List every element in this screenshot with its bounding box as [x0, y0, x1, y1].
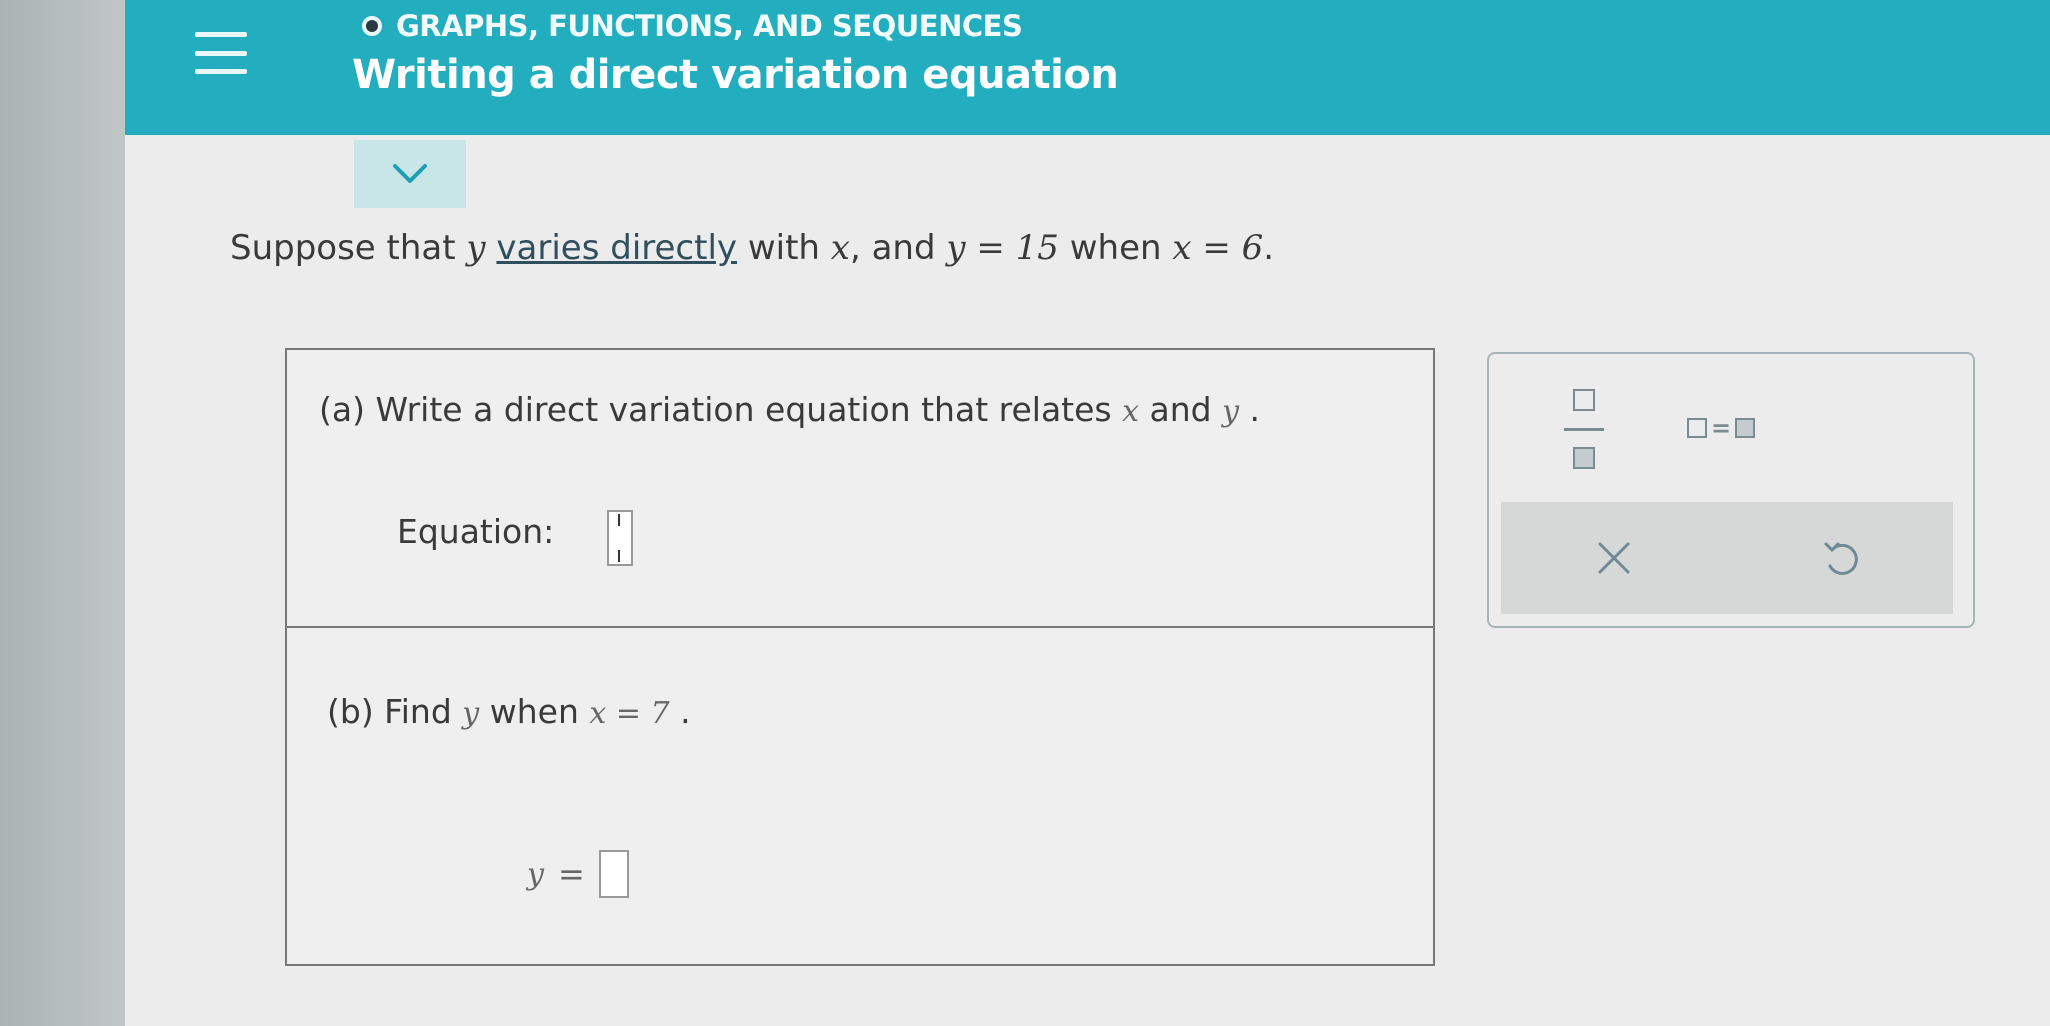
question-text: Suppose that y varies directly with x, a… [230, 228, 1275, 268]
fraction-numerator-icon [1573, 389, 1595, 411]
y-answer-equals: = [557, 855, 585, 893]
clear-button[interactable] [1569, 518, 1659, 598]
math-palette: = [1487, 352, 1975, 628]
fraction-denominator-icon [1573, 447, 1595, 469]
collapse-toggle-button[interactable] [354, 140, 466, 208]
part-divider [287, 626, 1433, 628]
topic-label: GRAPHS, FUNCTIONS, AND SEQUENCES [396, 9, 1023, 43]
equals-template-button[interactable]: = [1687, 414, 1756, 442]
undo-icon [1824, 542, 1858, 575]
equation-input[interactable] [607, 510, 633, 566]
clear-x-icon [1598, 542, 1630, 574]
right-box-icon [1735, 418, 1756, 438]
part-a-prompt: (a) Write a direct variation equation th… [319, 390, 1261, 429]
left-box-icon [1687, 418, 1707, 438]
varies-directly-link[interactable]: varies directly [496, 228, 737, 268]
fraction-button[interactable] [1559, 389, 1609, 469]
part-b-prompt: (b) Find y when x = 7 . [327, 692, 691, 731]
undo-button[interactable] [1795, 518, 1885, 598]
palette-actions [1501, 502, 1953, 614]
y-answer-input[interactable] [598, 850, 629, 898]
lesson-title: Writing a direct variation equation [352, 52, 1119, 98]
chevron-down-icon [393, 164, 427, 183]
menu-icon[interactable] [195, 32, 247, 74]
y-answer-row: y = [527, 850, 629, 898]
equation-label: Equation: [397, 512, 555, 551]
topic-progress-dot-icon [362, 16, 382, 36]
answer-panel: (a) Write a direct variation equation th… [285, 348, 1435, 966]
topic-header: GRAPHS, FUNCTIONS, AND SEQUENCES [362, 8, 1023, 44]
fraction-bar-icon [1564, 427, 1604, 431]
equals-sign: = [1711, 414, 1732, 442]
y-answer-var: y [527, 856, 544, 892]
